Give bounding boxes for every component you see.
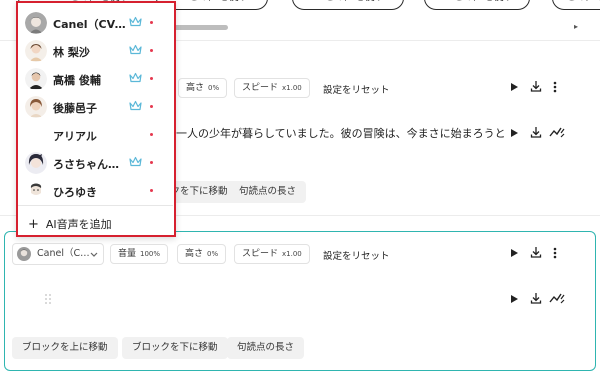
pause-length-button[interactable]: 句読点の長さ xyxy=(229,181,307,203)
move-block-up-button[interactable]: ブロックを上に移動 xyxy=(12,337,118,359)
speed-setting[interactable]: スピード x1.00 xyxy=(234,78,310,98)
waveform-icon[interactable] xyxy=(549,292,565,304)
speed-value: x1.00 xyxy=(282,84,302,92)
voice-option[interactable]: ろさちゃん… xyxy=(18,149,173,177)
crown-icon xyxy=(129,16,142,27)
status-dot xyxy=(150,77,153,80)
use-voice-button[interactable]: ＋ この声を使う xyxy=(552,0,600,10)
height-label: 高さ xyxy=(185,249,204,259)
crown-icon xyxy=(129,156,142,167)
voice-name: Canel（C… xyxy=(37,248,90,259)
voice-option[interactable]: ひろゆき xyxy=(18,177,173,205)
download-icon[interactable] xyxy=(530,80,542,92)
voice-option-name: アリアル xyxy=(53,130,97,143)
voice-option-name: 高橋 俊輔 xyxy=(53,74,101,87)
voice-option[interactable]: 高橋 俊輔 xyxy=(18,65,173,93)
voice-option[interactable]: アリアル xyxy=(18,121,173,149)
speed-setting[interactable]: スピード x1.00 xyxy=(234,244,310,264)
height-label: 高さ xyxy=(186,83,205,93)
speed-label: スピード xyxy=(242,83,279,93)
voice-option-name: ひろゆき xyxy=(53,186,97,199)
avatar-rosa-icon xyxy=(25,152,47,174)
play-icon[interactable] xyxy=(510,128,519,138)
download-icon[interactable] xyxy=(530,292,542,304)
avatar-goto-icon xyxy=(25,96,47,118)
speed-label: スピード xyxy=(242,249,279,259)
use-voice-button[interactable]: ＋ この声を使う xyxy=(292,0,404,10)
reset-settings-button[interactable]: 設定をリセット xyxy=(323,248,390,262)
drag-handle-icon[interactable] xyxy=(44,293,52,305)
avatar-takahashi-icon xyxy=(25,68,47,90)
block-text[interactable]: 一人の少年が暮らしていました。彼の冒険は、今まさに始まろうとし xyxy=(176,125,506,141)
volume-label: 音量 xyxy=(118,249,137,259)
voice-option[interactable]: 林 梨沙 xyxy=(18,37,173,65)
voice-option[interactable]: 後藤邑子 xyxy=(18,93,173,121)
status-dot xyxy=(150,49,153,52)
voice-option-name: Canel（CV:… xyxy=(53,18,128,31)
voice-selector[interactable]: Canel（C… xyxy=(12,243,104,265)
status-dot xyxy=(150,133,153,136)
status-dot xyxy=(150,161,153,164)
add-ai-voice-label: AI音声を追加 xyxy=(45,218,112,231)
more-vertical-icon[interactable] xyxy=(553,81,557,93)
use-voice-button[interactable]: ＋ この声を使う xyxy=(424,0,530,10)
crown-icon xyxy=(129,44,142,55)
volume-setting[interactable]: 音量 100% xyxy=(110,244,169,264)
status-dot xyxy=(150,21,153,24)
avatar-canel-icon xyxy=(25,12,47,34)
crown-icon xyxy=(129,100,142,111)
height-value: 0% xyxy=(208,84,220,92)
waveform-icon[interactable] xyxy=(549,126,565,138)
more-vertical-icon[interactable] xyxy=(553,247,557,259)
height-setting[interactable]: 高さ 0% xyxy=(178,78,228,98)
avatar-hayashi-icon xyxy=(25,40,47,62)
volume-value: 100% xyxy=(140,250,161,258)
status-dot xyxy=(150,105,153,108)
speed-value: x1.00 xyxy=(282,250,302,258)
download-icon[interactable] xyxy=(530,246,542,258)
play-icon[interactable] xyxy=(510,294,519,304)
play-icon[interactable] xyxy=(510,248,519,258)
voice-option-name: ろさちゃん… xyxy=(53,158,119,171)
add-ai-voice-button[interactable]: + AI音声を追加 xyxy=(28,216,112,232)
crown-icon xyxy=(129,72,142,83)
reset-settings-button[interactable]: 設定をリセット xyxy=(323,82,390,96)
voice-dropdown-menu: Canel（CV:… 林 梨沙 高橋 俊輔 後藤邑子 アリアル ろさちゃん… ひ… xyxy=(16,1,176,237)
download-icon[interactable] xyxy=(530,126,542,138)
divider xyxy=(18,205,173,206)
pause-length-button[interactable]: 句読点の長さ xyxy=(227,337,305,359)
avatar-hiroyuki-icon xyxy=(25,180,47,202)
voice-option-name: 林 梨沙 xyxy=(53,46,90,59)
move-block-down-button[interactable]: ブロックを下に移動 xyxy=(122,337,228,359)
chevron-down-icon xyxy=(90,252,98,257)
voice-option[interactable]: Canel（CV:… xyxy=(18,9,173,37)
height-setting[interactable]: 高さ 0% xyxy=(177,244,227,264)
height-value: 0% xyxy=(207,250,219,258)
avatar-canel-icon xyxy=(17,247,31,261)
status-dot xyxy=(150,189,153,192)
voice-option-name: 後藤邑子 xyxy=(53,102,97,115)
play-icon[interactable] xyxy=(510,82,519,92)
scroll-right-arrow-icon[interactable]: ▸ xyxy=(574,22,578,31)
plus-icon: + xyxy=(28,217,39,232)
